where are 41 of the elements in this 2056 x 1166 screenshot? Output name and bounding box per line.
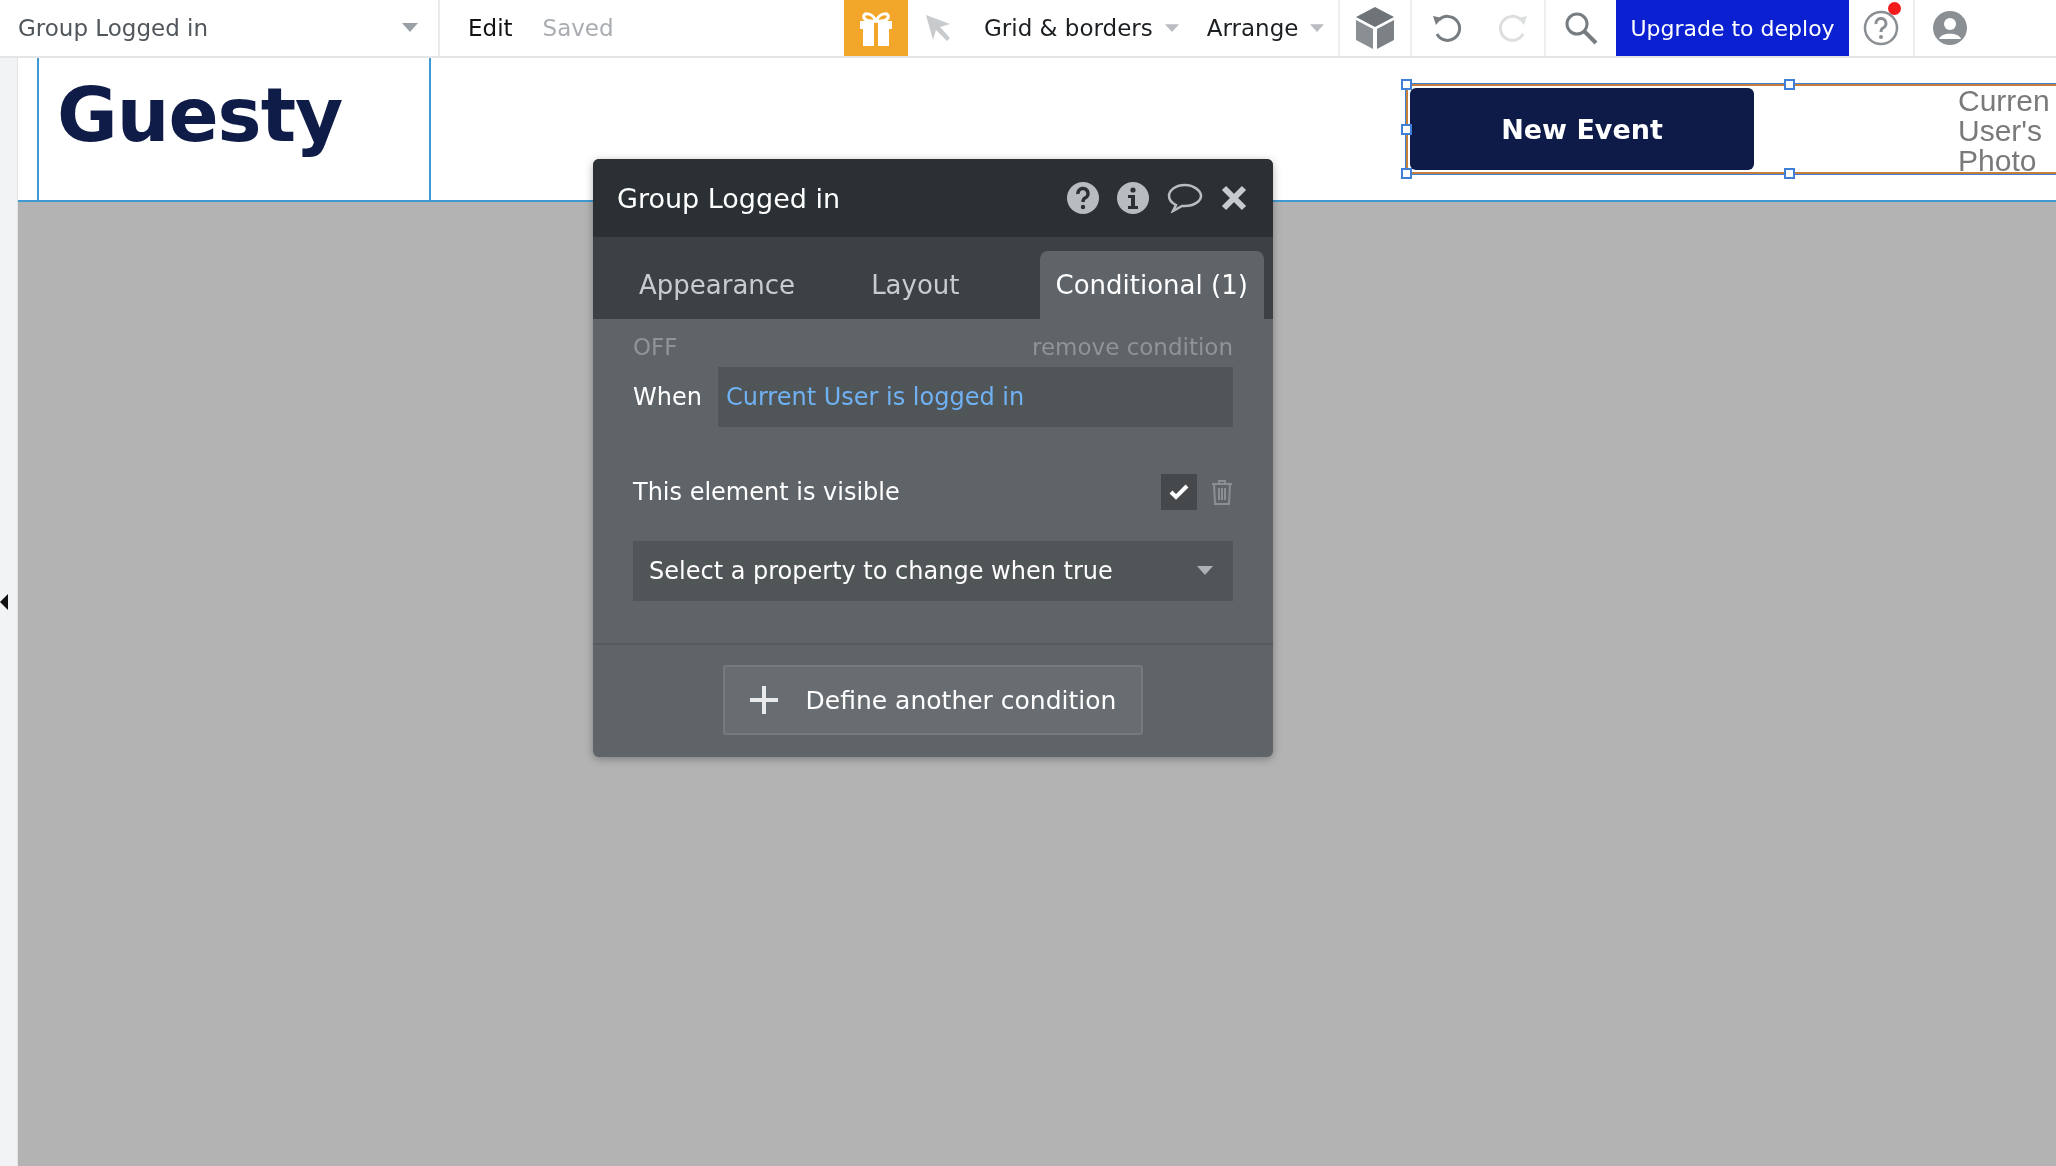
logo-text: Guesty xyxy=(57,72,343,158)
plus-icon xyxy=(749,686,778,714)
resize-handle[interactable] xyxy=(1401,124,1412,135)
caret-icon xyxy=(1164,23,1179,33)
caret-icon xyxy=(1310,23,1325,33)
save-status: Saved xyxy=(542,15,614,41)
image-label-text: Curren xyxy=(1958,86,2050,116)
collapse-arrow-icon[interactable] xyxy=(0,594,8,610)
caret-icon xyxy=(402,23,418,33)
comment-icon[interactable] xyxy=(1167,183,1203,213)
resize-handle[interactable] xyxy=(1401,79,1412,90)
upgrade-button[interactable]: Upgrade to deploy xyxy=(1616,0,1849,56)
edit-menu[interactable]: Edit xyxy=(468,15,513,41)
panel-tab[interactable]: Appearance xyxy=(623,251,812,319)
resize-handle[interactable] xyxy=(1784,79,1795,90)
search-icon xyxy=(1564,11,1599,45)
check-icon xyxy=(1169,484,1189,500)
panel-tab[interactable]: Conditional (1) xyxy=(1039,251,1264,319)
when-label: When xyxy=(633,383,702,411)
panel-title: Group Logged in xyxy=(617,182,841,214)
user-icon xyxy=(1931,10,1968,46)
resize-handle[interactable] xyxy=(1784,168,1795,179)
new-event-button[interactable]: New Event xyxy=(1410,88,1754,170)
help-icon[interactable] xyxy=(1067,182,1099,214)
resize-handle[interactable] xyxy=(1401,168,1412,179)
property-select[interactable]: Select a property to change when true xyxy=(633,541,1233,601)
undo-icon xyxy=(1431,12,1464,44)
toolbar-dropdown[interactable]: Grid & borders xyxy=(970,0,1193,56)
panel-tab[interactable]: Layout xyxy=(855,251,976,319)
image-label-text: User's xyxy=(1958,116,2043,146)
image-label-text: Photo xyxy=(1958,146,2037,176)
cube-icon xyxy=(1356,7,1395,49)
info-icon[interactable] xyxy=(1117,182,1149,214)
visible-checkbox[interactable] xyxy=(1161,474,1197,510)
toolbar-dropdown[interactable]: Arrange xyxy=(1192,0,1339,56)
close-icon[interactable] xyxy=(1221,185,1247,211)
property-label: This element is visible xyxy=(633,478,901,506)
help-icon xyxy=(1862,10,1899,46)
element-selector[interactable]: Group Logged in xyxy=(0,0,440,56)
caret-icon xyxy=(1197,566,1213,576)
define-condition-button[interactable]: Define another condition xyxy=(723,665,1143,735)
